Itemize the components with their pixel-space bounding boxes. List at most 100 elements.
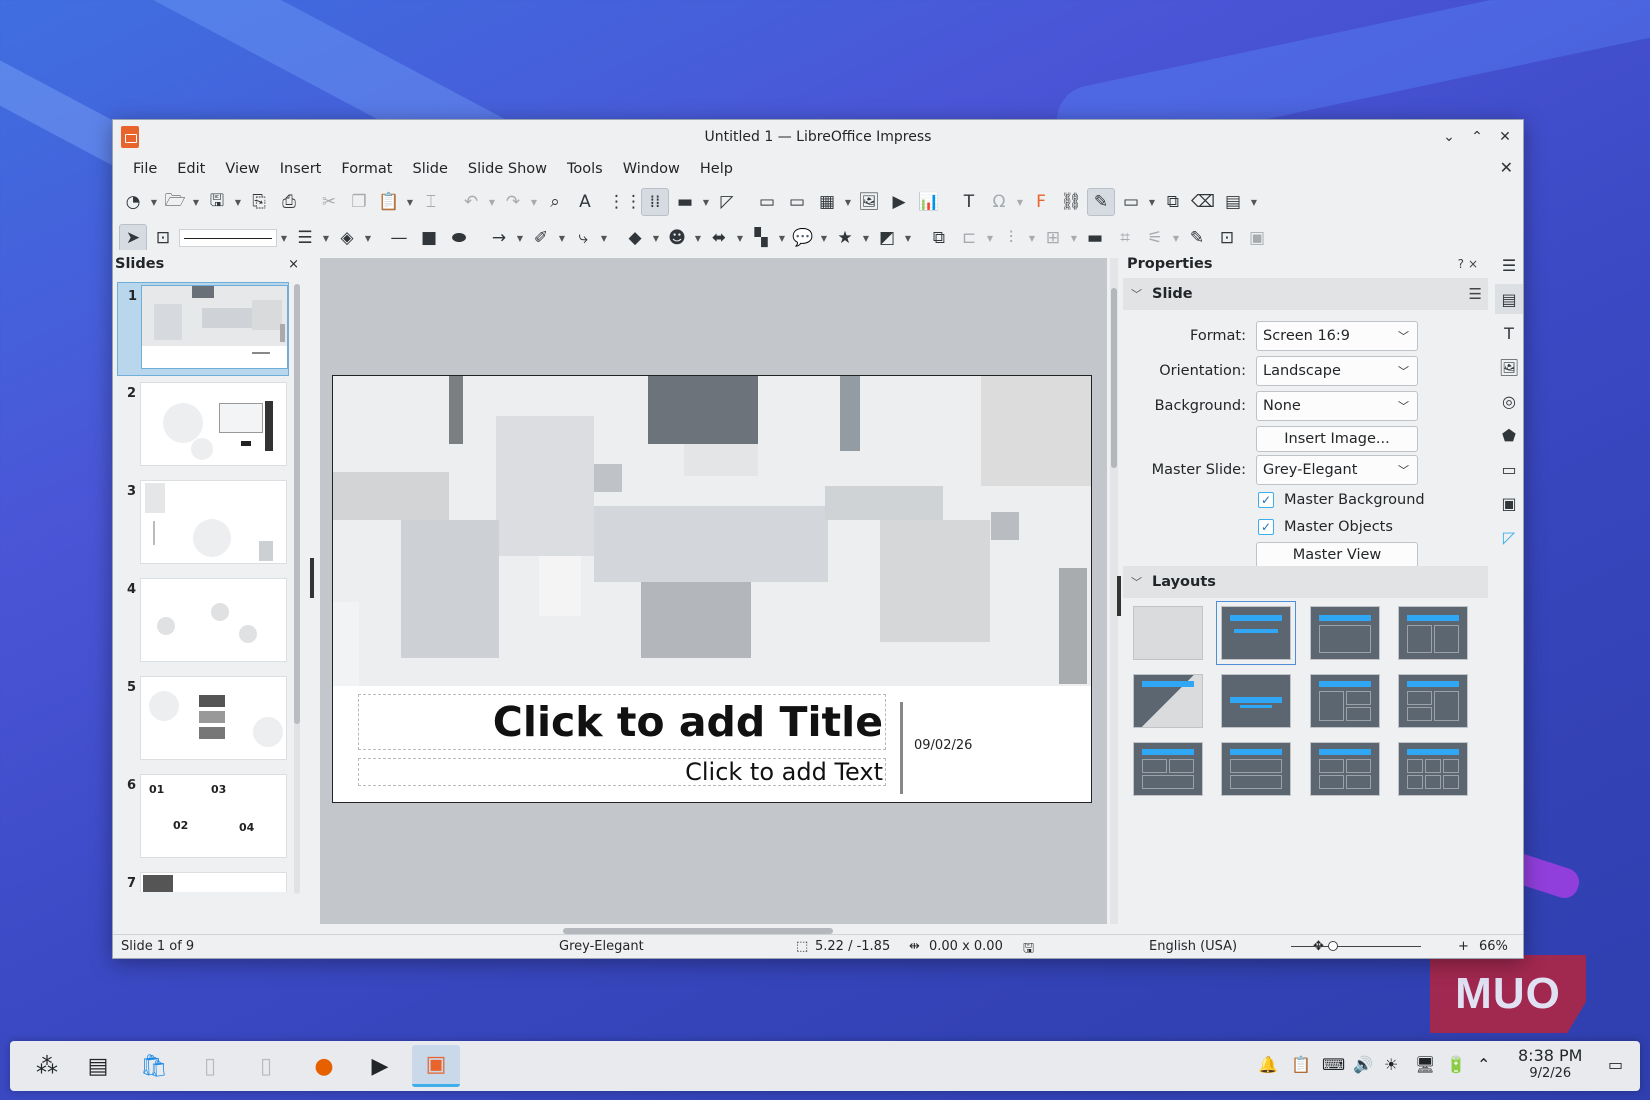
fill-color-dropdown-icon[interactable]: ▼ — [363, 224, 373, 252]
block-arrows-dropdown-icon[interactable]: ▼ — [735, 224, 745, 252]
slide-thumbnail-1[interactable]: 1 — [117, 282, 289, 376]
copy-icon[interactable]: ❐ — [345, 188, 373, 216]
curve-icon[interactable]: ✐ — [527, 224, 555, 252]
slide-section-header[interactable]: ﹀ Slide ☰ — [1123, 278, 1488, 310]
notifications-icon[interactable]: 🔔 — [1258, 1055, 1278, 1074]
toggle-extrusion-icon[interactable]: ▣ — [1243, 224, 1271, 252]
basic-shapes-dropdown-icon[interactable]: ▼ — [651, 224, 661, 252]
slide-thumbnail-3[interactable]: 3 — [117, 478, 289, 576]
layout-title-2-content-content[interactable] — [1310, 674, 1380, 728]
redo-icon[interactable]: ↷ — [499, 188, 527, 216]
chevron-up-icon[interactable]: ⌃ — [1477, 1055, 1490, 1074]
shadow-icon[interactable]: ▬ — [1081, 224, 1109, 252]
filter-icon[interactable]: ⚟ — [1141, 224, 1169, 252]
zoom-slider[interactable] — [1291, 946, 1421, 947]
paste-dropdown-icon[interactable]: ▼ — [405, 188, 415, 216]
sidebar-menu-icon[interactable]: ☰ — [1495, 250, 1523, 280]
draw-function-icon[interactable]: ✎ — [1087, 188, 1115, 216]
master-slides-tab-icon[interactable]: ◸ — [1495, 522, 1523, 552]
line-color-dropdown-icon[interactable]: ▼ — [321, 224, 331, 252]
ellipse-icon[interactable]: ⬬ — [445, 224, 473, 252]
symbol-shapes-icon[interactable]: ☻ — [663, 224, 691, 252]
redo-dropdown-icon[interactable]: ▼ — [529, 188, 539, 216]
firefox-icon[interactable]: ● — [300, 1045, 348, 1087]
fontwork-icon[interactable]: F — [1027, 188, 1055, 216]
media-icon[interactable]: ▶ — [885, 188, 913, 216]
layout-title-content[interactable] — [1216, 601, 1296, 665]
layout-title-2-content[interactable] — [1398, 606, 1468, 660]
styles-tab-icon[interactable]: T — [1495, 318, 1523, 348]
line-style-selector[interactable] — [179, 229, 277, 247]
slide-thumbnail-6[interactable]: 6 01 03 02 04 — [117, 772, 289, 870]
file-icon[interactable]: ▯ — [186, 1045, 234, 1087]
callout-icon[interactable]: ▭ — [1117, 188, 1145, 216]
animation-tab-icon[interactable]: ▣ — [1495, 488, 1523, 518]
start-current-slide-icon[interactable]: ▭ — [783, 188, 811, 216]
title-placeholder[interactable]: Click to add Title — [358, 694, 886, 750]
slides-pane-splitter[interactable] — [310, 558, 314, 598]
system-settings-icon[interactable]: ▤ — [74, 1045, 122, 1087]
close-slides-pane-icon[interactable]: × — [288, 257, 299, 272]
slides-scrollbar[interactable] — [294, 284, 300, 894]
layout-title-slide[interactable] — [1310, 606, 1380, 660]
find-icon[interactable]: ⌕ — [541, 188, 569, 216]
hyperlink-icon[interactable]: ⛓ — [1057, 188, 1085, 216]
menu-view[interactable]: View — [215, 157, 269, 181]
paste-icon[interactable]: 📋 — [375, 188, 403, 216]
layout-title-content-2-content[interactable] — [1398, 674, 1468, 728]
slide-thumbnail-4[interactable]: 4 — [117, 576, 289, 674]
menu-edit[interactable]: Edit — [167, 157, 215, 181]
menu-tools[interactable]: Tools — [557, 157, 613, 181]
delete-slide-icon[interactable]: ⌫ — [1189, 188, 1217, 216]
open-icon[interactable]: 🗁 — [161, 188, 189, 216]
glue-points-icon[interactable]: ⊡ — [1213, 224, 1241, 252]
minimize-icon[interactable]: ⌄ — [1437, 125, 1461, 149]
clone-formatting-icon[interactable]: ⌶ — [417, 188, 445, 216]
points-icon[interactable]: ✎ — [1183, 224, 1211, 252]
save-dropdown-icon[interactable]: ▼ — [233, 188, 243, 216]
special-character-icon[interactable]: Ω — [985, 188, 1013, 216]
arrow-icon[interactable]: → — [485, 224, 513, 252]
layout-blank[interactable] — [1133, 606, 1203, 660]
menu-slide[interactable]: Slide — [402, 157, 457, 181]
stars-dropdown-icon[interactable]: ▼ — [861, 224, 871, 252]
slide-layout-icon[interactable]: ▤ — [1219, 188, 1247, 216]
select-icon[interactable]: ➤ — [119, 224, 147, 252]
section-menu-icon[interactable]: ☰ — [1469, 285, 1482, 303]
menu-file[interactable]: File — [123, 157, 167, 181]
close-properties-icon[interactable]: × — [1468, 257, 1482, 271]
slide-edit-area[interactable]: Click to add Title Click to add Text 09/… — [320, 258, 1107, 934]
display-views-dropdown-icon[interactable]: ▼ — [701, 188, 711, 216]
fill-color-icon[interactable]: ◈ — [333, 224, 361, 252]
basic-shapes-icon[interactable]: ◆ — [621, 224, 649, 252]
master-background-checkbox[interactable]: ✓ Master Background — [1258, 492, 1425, 508]
align-objects-icon[interactable]: ⊏ — [955, 224, 983, 252]
arrange-dropdown-icon[interactable]: ▼ — [1027, 224, 1037, 252]
language[interactable]: English (USA) — [1149, 939, 1237, 954]
date-placeholder[interactable]: 09/02/26 — [914, 738, 972, 753]
new-dropdown-icon[interactable]: ▼ — [149, 188, 159, 216]
open-dropdown-icon[interactable]: ▼ — [191, 188, 201, 216]
arrange-icon[interactable]: ⫶ — [997, 224, 1025, 252]
curve-dropdown-icon[interactable]: ▼ — [557, 224, 567, 252]
document-modified-icon[interactable]: 🖫 — [1023, 939, 1034, 958]
libreoffice-impress-taskbar-icon[interactable]: ▣ — [412, 1045, 460, 1087]
display-grid-icon[interactable]: ⋮⋮ — [608, 188, 642, 216]
3d-objects-dropdown-icon[interactable]: ▼ — [903, 224, 913, 252]
keyboard-icon[interactable]: ⌨ — [1322, 1055, 1345, 1074]
arrow-dropdown-icon[interactable]: ▼ — [515, 224, 525, 252]
callout-shapes-dropdown-icon[interactable]: ▼ — [819, 224, 829, 252]
slide-transition-tab-icon[interactable]: ▭ — [1495, 454, 1523, 484]
navigator-tab-icon[interactable]: ◎ — [1495, 386, 1523, 416]
clock[interactable]: 8:38 PM 9/2/26 — [1518, 1047, 1582, 1083]
brightness-icon[interactable]: ☀ — [1384, 1055, 1398, 1074]
maximize-icon[interactable]: ⌃ — [1465, 125, 1489, 149]
insert-image-button[interactable]: Insert Image... — [1256, 426, 1418, 452]
transformations-icon[interactable]: ⧉ — [925, 224, 953, 252]
gallery-tab-icon[interactable]: 🖼 — [1495, 352, 1523, 382]
discover-icon[interactable]: 🛍 — [130, 1045, 178, 1087]
network-icon[interactable]: 🖥 — [1415, 1055, 1435, 1074]
undo-dropdown-icon[interactable]: ▼ — [487, 188, 497, 216]
close-document-icon[interactable]: ✕ — [1500, 158, 1513, 177]
terminal-icon[interactable]: ▶ — [356, 1045, 404, 1087]
